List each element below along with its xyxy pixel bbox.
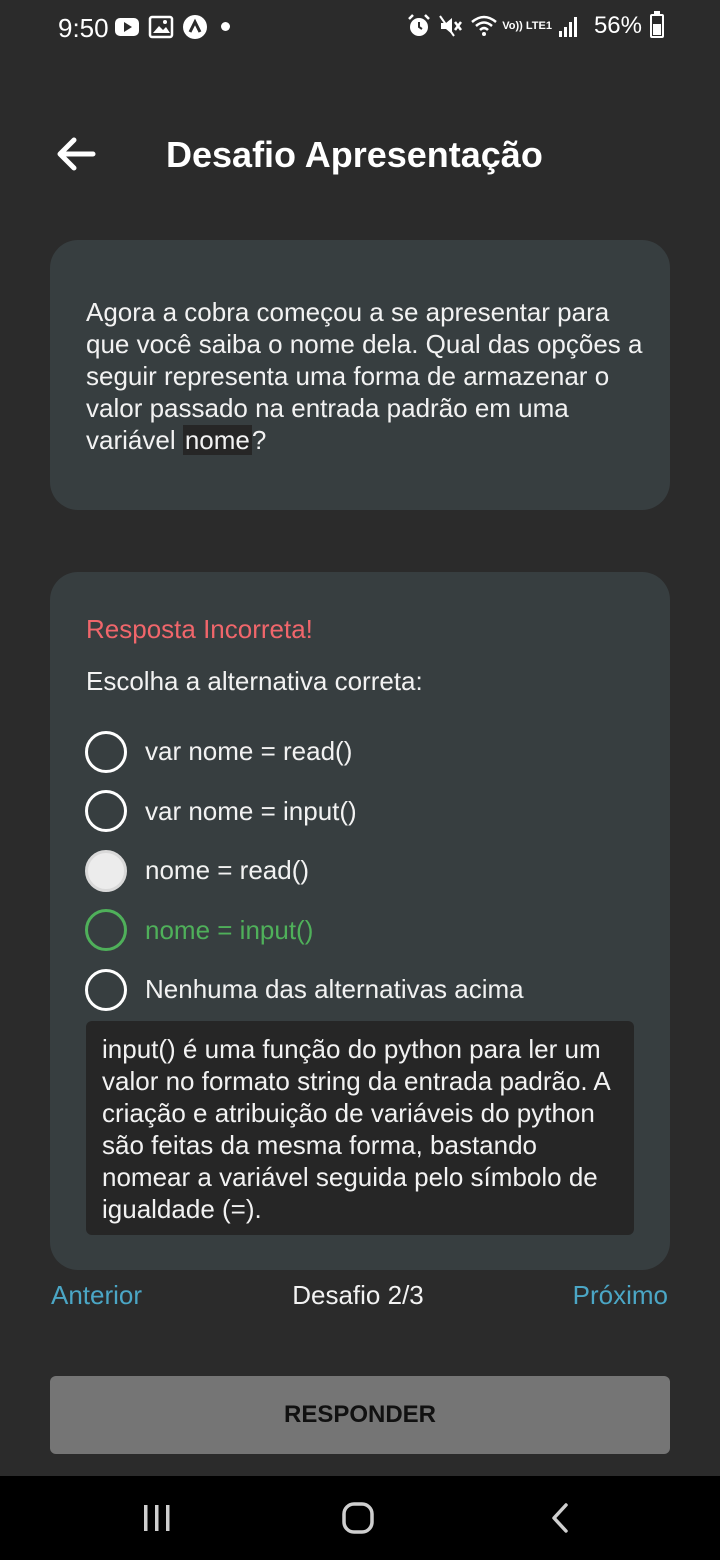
next-link[interactable]: Próximo bbox=[573, 1280, 668, 1311]
app-bar: Desafio Apresentação bbox=[0, 110, 720, 200]
wifi-icon bbox=[470, 13, 498, 39]
status-bar: 9:50 Vo)) LTE1 56% bbox=[0, 0, 720, 56]
recents-icon bbox=[144, 1505, 170, 1531]
lte-label: Vo)) LTE1 bbox=[502, 19, 552, 32]
option-label: nome = read() bbox=[145, 855, 310, 886]
option-label: Nenhuma das alternativas acima bbox=[145, 974, 524, 1005]
home-icon bbox=[342, 1502, 374, 1534]
option-label: nome = input() bbox=[145, 914, 314, 945]
radio-button-icon[interactable] bbox=[85, 790, 127, 833]
recents-button[interactable] bbox=[135, 1496, 179, 1540]
home-button[interactable] bbox=[336, 1496, 380, 1540]
option-1[interactable]: var nome = read() bbox=[85, 722, 524, 782]
battery-percent: 56% bbox=[593, 12, 642, 39]
question-card: Agora a cobra começou a se apresentar pa… bbox=[50, 240, 670, 510]
instruction-text: Escolha a alternativa correta: bbox=[86, 666, 423, 696]
question-text: Agora a cobra começou a se apresentar pa… bbox=[86, 296, 646, 456]
option-4-correct[interactable]: nome = input() bbox=[85, 901, 524, 961]
option-5[interactable]: Nenhuma das alternativas acima bbox=[85, 960, 524, 1020]
battery-icon bbox=[650, 11, 664, 38]
status-right-icons: Vo)) LTE1 56% bbox=[406, 11, 664, 40]
option-3-selected[interactable]: nome = read() bbox=[85, 841, 524, 901]
option-2[interactable]: var nome = input() bbox=[85, 782, 524, 842]
respond-button[interactable]: RESPONDER bbox=[50, 1376, 670, 1454]
mute-icon bbox=[438, 13, 464, 39]
status-time: 9:50 bbox=[58, 13, 109, 43]
option-label: var nome = read() bbox=[145, 736, 353, 767]
page-title: Desafio Apresentação bbox=[166, 134, 543, 175]
radio-button-selected-icon[interactable] bbox=[85, 849, 127, 892]
back-button[interactable] bbox=[50, 128, 102, 180]
question-text-end: ? bbox=[251, 425, 267, 455]
option-label: var nome = input() bbox=[145, 795, 357, 826]
app-notification-icon bbox=[182, 14, 208, 40]
alarm-icon bbox=[406, 13, 432, 39]
feedback-incorrect: Resposta Incorreta! bbox=[86, 614, 313, 644]
explanation-box: input() é uma função do python para ler … bbox=[86, 1021, 634, 1235]
youtube-icon bbox=[114, 14, 140, 40]
notification-dot-icon bbox=[221, 22, 230, 31]
arrow-left-icon bbox=[57, 137, 96, 171]
signal-icon bbox=[558, 13, 584, 39]
chevron-left-icon bbox=[552, 1503, 568, 1533]
radio-button-icon[interactable] bbox=[85, 968, 127, 1011]
gallery-icon bbox=[148, 14, 174, 40]
system-navigation-bar bbox=[0, 1476, 720, 1560]
radio-button-icon[interactable] bbox=[85, 730, 127, 773]
radio-button-correct-icon[interactable] bbox=[85, 909, 127, 952]
options-list: var nome = read() var nome = input() nom… bbox=[85, 722, 524, 1020]
screen: 9:50 Vo)) LTE1 56% Desafio Apresentação … bbox=[0, 0, 720, 1560]
challenge-navigation: Anterior Desafio 2/3 Próximo bbox=[0, 1280, 720, 1316]
system-back-button[interactable] bbox=[538, 1496, 582, 1540]
answer-card: Resposta Incorreta! Escolha a alternativ… bbox=[50, 572, 670, 1270]
status-left-icons bbox=[114, 14, 208, 40]
question-text-main: Agora a cobra começou a se apresentar pa… bbox=[86, 297, 643, 455]
question-code-highlight: nome bbox=[182, 425, 252, 455]
